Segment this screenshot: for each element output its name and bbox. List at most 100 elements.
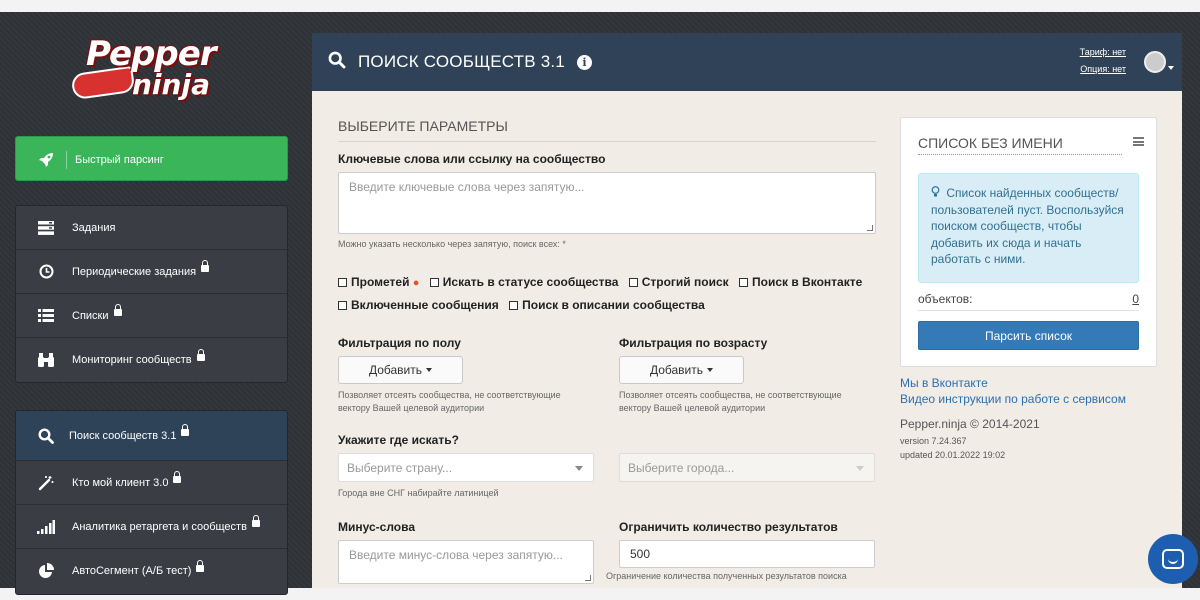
clock-icon [36, 262, 56, 282]
sidebar-item-periodic-tasks[interactable]: Периодические задания [16, 250, 287, 294]
chevron-down-icon[interactable] [1168, 66, 1174, 70]
checkbox-promoted[interactable]: Прометей ● [338, 275, 419, 289]
gender-filter: Фильтрация по полу Добавить Позволяет от… [338, 336, 619, 415]
quick-parse-panel: Быстрый парсинг [15, 136, 288, 181]
option-link[interactable]: Опция: нет [1080, 64, 1126, 74]
main-panel: ПОИСК СООБЩЕСТВ 3.1 i Тариф: нет Опция: … [312, 33, 1182, 588]
limit-hint: Ограничение количества полученных резуль… [606, 571, 847, 581]
sidebar-item-retarget-analytics[interactable]: Аналитика ретаргета и сообществ [16, 505, 287, 549]
sidebar-item-label: Быстрый парсинг [75, 153, 164, 166]
lock-icon [201, 260, 210, 272]
sidebar-item-community-monitoring[interactable]: Мониторинг сообществ [16, 338, 287, 382]
list-title[interactable]: СПИСОК БЕЗ ИМЕНИ [918, 135, 1122, 155]
gender-filter-label: Фильтрация по полу [338, 336, 461, 350]
keywords-input[interactable]: Введите ключевые слова через запятую... [338, 172, 876, 234]
sidebar-item-label: Периодические задания [72, 265, 197, 278]
objects-label: объектов: [918, 292, 973, 306]
sidebar-item-label: Мониторинг сообществ [72, 354, 192, 366]
caret-down-icon [426, 368, 433, 372]
limit-input[interactable]: 500 [619, 540, 875, 568]
minus-words-group: Минус-слова Введите минус-слова через за… [338, 520, 619, 584]
resize-handle-icon[interactable] [867, 225, 873, 231]
logo-text-ninja: ninja [132, 68, 210, 101]
city-select[interactable]: Выберите города... [619, 453, 875, 482]
add-gender-filter-button[interactable]: Добавить [338, 356, 463, 384]
checkbox-icon[interactable] [338, 278, 347, 287]
chevron-down-icon [575, 466, 583, 471]
checkbox-icon[interactable] [509, 301, 519, 310]
country-select[interactable]: Выберите страну... [338, 453, 594, 482]
caret-down-icon [707, 368, 714, 372]
sidebar-item-community-search[interactable]: Поиск сообществ 3.1 [16, 411, 287, 461]
search-icon [36, 426, 56, 446]
checkbox-vk[interactable]: Поиск в Вконтакте [739, 275, 862, 289]
lock-icon [196, 348, 205, 361]
pepper-ninja-logo[interactable]: Pepper ninja [68, 30, 238, 108]
lock-icon [181, 424, 190, 436]
lock-icon [113, 304, 122, 316]
sidebar-item-label: АвтоСегмент (А/Б тест) [72, 565, 192, 577]
fire-icon: ● [412, 277, 420, 289]
minus-words-label: Минус-слова [338, 520, 416, 534]
search-options: Прометей ● Искать в статусе сообщества С… [338, 271, 876, 316]
divider [918, 310, 1139, 311]
empty-list-text: Список найденных сообществ/пользователей… [931, 186, 1124, 266]
search-form: ВЫБЕРИТЕ ПАРАМЕТРЫ Ключевые слова или сс… [338, 91, 876, 584]
checkbox-icon[interactable] [739, 278, 748, 287]
version: version 7.24.367 [900, 436, 967, 446]
vk-link[interactable]: Мы в Вконтакте [900, 375, 1126, 391]
checkbox-messages[interactable]: Включенные сообщения [338, 298, 499, 312]
hamburger-menu-icon[interactable] [1133, 137, 1144, 146]
minus-words-input[interactable]: Введите минус-слова через запятую... [338, 540, 594, 584]
keywords-placeholder: Введите ключевые слова через запятую... [349, 180, 585, 194]
chat-icon [1162, 549, 1184, 569]
limit-label: Ограничить количество результатов [619, 520, 838, 534]
lock-icon [173, 471, 182, 483]
sidebar-group-tools: Поиск сообществ 3.1 Кто мой клиент 3.0 А… [15, 410, 288, 595]
checkbox-description[interactable]: Поиск в описании сообщества [509, 298, 705, 312]
sidebar-item-lists[interactable]: Списки [16, 294, 287, 338]
checkbox-strict[interactable]: Строгий поиск [628, 275, 729, 289]
sidebar-item-label: Аналитика ретаргета и сообществ [72, 520, 247, 533]
resize-handle-icon[interactable] [585, 575, 591, 581]
page-title: ПОИСК СООБЩЕСТВ 3.1 [358, 52, 565, 71]
where-hint: Города вне СНГ набирайте латиницей [338, 488, 499, 498]
chat-button[interactable] [1148, 534, 1198, 584]
video-instructions-link[interactable]: Видео инструкции по работе с сервисом [900, 391, 1126, 407]
sidebar-item-label: Кто мой клиент 3.0 [72, 476, 169, 489]
lock-icon [251, 515, 260, 527]
sidebar-item-who-is-my-client[interactable]: Кто мой клиент 3.0 [16, 461, 287, 505]
chevron-down-icon [856, 466, 864, 471]
sidebar-item-tasks[interactable]: Задания [16, 206, 287, 250]
checkbox-icon[interactable] [628, 278, 638, 287]
age-filter-label: Фильтрация по возрасту [619, 336, 768, 350]
keywords-hint: Можно указать несколько через запятую, п… [338, 239, 566, 249]
tasks-icon [36, 218, 56, 238]
list-card: СПИСОК БЕЗ ИМЕНИ Список найденных сообще… [900, 117, 1157, 367]
sidebar-item-quick-parse[interactable]: Быстрый парсинг [16, 137, 287, 182]
list-icon [36, 306, 56, 326]
bar-chart-icon [36, 517, 56, 537]
empty-list-alert: Список найденных сообществ/пользователей… [918, 173, 1139, 283]
search-icon [328, 51, 346, 74]
tariff-link[interactable]: Тариф: нет [1080, 47, 1126, 57]
sidebar-item-label: Списки [72, 309, 109, 322]
parse-list-button[interactable]: Парсить список [918, 321, 1139, 350]
checkbox-icon[interactable] [338, 301, 347, 310]
add-age-filter-button[interactable]: Добавить [619, 356, 744, 384]
tariff-info: Тариф: нет Опция: нет [1080, 44, 1126, 78]
lightbulb-icon [931, 186, 946, 200]
divider [66, 150, 67, 169]
checkbox-icon[interactable] [429, 278, 439, 287]
gender-filter-hint: Позволяет отсеять сообщества, не соответ… [338, 390, 561, 413]
checkbox-status[interactable]: Искать в статусе сообщества [429, 275, 618, 289]
binoculars-icon [36, 350, 56, 370]
sidebar-item-autosegment[interactable]: АвтоСегмент (А/Б тест) [16, 549, 287, 593]
info-icon[interactable]: i [576, 54, 592, 70]
version-info: Pepper.ninja © 2014-2021 version 7.24.36… [900, 417, 1040, 462]
page-header: ПОИСК СООБЩЕСТВ 3.1 i Тариф: нет Опция: … [312, 33, 1182, 91]
avatar[interactable] [1144, 51, 1166, 73]
objects-value[interactable]: 0 [1132, 292, 1139, 306]
pie-chart-icon [36, 561, 56, 581]
minus-limit-row: Минус-слова Введите минус-слова через за… [338, 520, 876, 584]
